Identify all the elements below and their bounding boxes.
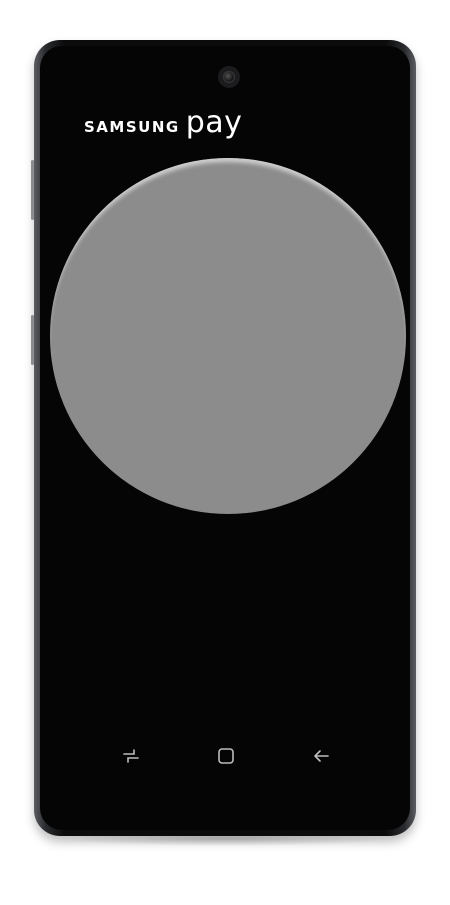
brand-samsung-text: SAMSUNG [84,118,180,136]
phone-frame: SAMSUNG pay [31,40,416,836]
camera-lens [223,71,235,83]
home-button[interactable] [211,741,241,771]
phone-screen: SAMSUNG pay [40,46,410,830]
samsung-pay-logo: SAMSUNG pay [84,108,242,138]
payment-card-area[interactable] [50,158,406,514]
back-button[interactable] [306,741,336,771]
home-icon [218,748,234,764]
power-button [31,315,34,365]
volume-button [31,160,34,220]
navigation-bar [86,726,366,786]
brand-pay-text: pay [185,105,243,140]
back-icon [314,750,329,762]
recent-apps-button[interactable] [116,741,146,771]
recent-apps-icon [123,749,139,763]
front-camera-icon [218,66,240,88]
canvas: SAMSUNG pay [0,0,450,905]
